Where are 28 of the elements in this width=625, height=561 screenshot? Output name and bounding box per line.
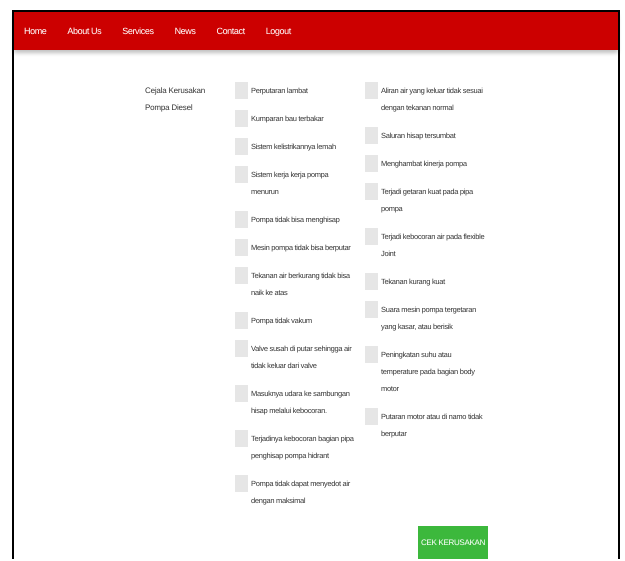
nav-link[interactable]: News [174,26,196,36]
nav-link[interactable]: Contact [216,26,245,36]
checkbox[interactable] [235,211,248,228]
checkbox[interactable] [235,110,248,127]
checkbox[interactable] [235,385,248,402]
checkbox[interactable] [365,127,378,144]
checkbox[interactable] [365,408,378,425]
checkbox[interactable] [235,267,248,284]
checkbox[interactable] [365,273,378,290]
checkbox[interactable] [235,430,248,447]
checkbox[interactable] [235,138,248,155]
nav-link[interactable]: Logout [266,26,291,36]
checkbox[interactable] [365,183,378,200]
nav-link[interactable]: Home [24,26,46,36]
checkbox[interactable] [235,312,248,329]
checkbox[interactable] [365,82,378,99]
checkbox[interactable] [235,82,248,99]
checkbox[interactable] [365,228,378,245]
nav-link[interactable]: Services [122,26,154,36]
checkbox[interactable] [365,301,378,318]
form-label: Cejala Kerusakan Pompa Diesel [145,85,206,114]
checkbox[interactable] [365,155,378,172]
checkbox[interactable] [365,346,378,363]
checkbox[interactable] [235,340,248,357]
nav-link[interactable]: About Us [67,26,102,36]
checkbox[interactable] [235,166,248,183]
checkbox[interactable] [235,475,248,492]
checkbox[interactable] [235,239,248,256]
